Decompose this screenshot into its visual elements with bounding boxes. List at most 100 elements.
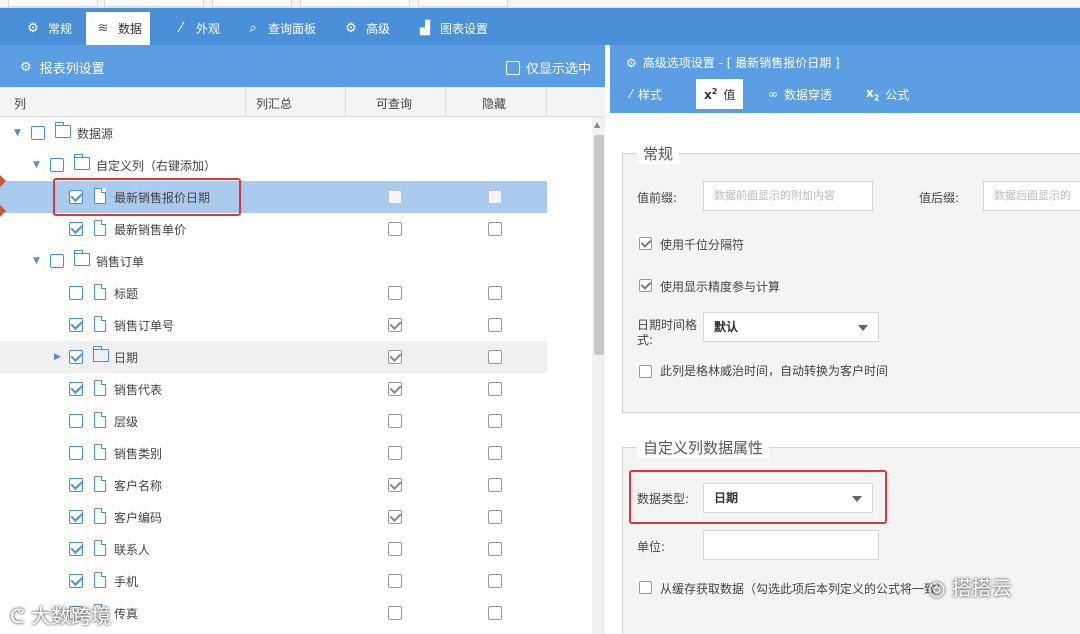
cache-data-option[interactable]: 从缓存获取数据（勾选此项后本列定义的公式将一致） <box>639 580 948 597</box>
tree-checkbox[interactable] <box>69 414 83 428</box>
hidden-checkbox[interactable] <box>488 542 502 556</box>
hidden-checkbox[interactable] <box>488 574 502 588</box>
hidden-checkbox[interactable] <box>488 222 502 236</box>
tree-checkbox[interactable] <box>69 510 83 524</box>
expand-arrow-icon[interactable]: ▼ <box>14 128 21 138</box>
only-selected-checkbox[interactable] <box>505 60 520 75</box>
tree-node-sales-category[interactable]: 销售类别 <box>0 437 547 469</box>
tree-checkbox[interactable] <box>69 382 83 396</box>
suffix-input[interactable]: 数据后面显示的 <box>983 181 1080 211</box>
queryable-checkbox[interactable] <box>388 574 402 588</box>
general-fieldset: 常规 值前缀: 数据前面显示的附加内容 值后缀: 数据后面显示的 使用千位分隔符… <box>622 143 1080 413</box>
tree-checkbox[interactable] <box>31 126 45 140</box>
folder-icon <box>93 346 109 362</box>
hidden-checkbox[interactable] <box>488 350 502 364</box>
tree-node-custom-columns[interactable]: ▼ 自定义列（右键添加） <box>0 149 547 181</box>
col-header-hidden[interactable]: 隐藏 <box>482 95 506 112</box>
queryable-checkbox[interactable] <box>388 318 402 332</box>
queryable-checkbox[interactable] <box>388 414 402 428</box>
selected-column-highlight <box>53 178 241 216</box>
tree-checkbox[interactable] <box>69 222 83 236</box>
tree-checkbox[interactable] <box>50 254 64 268</box>
tree-node-date[interactable]: ▶ 日期 <box>0 341 547 373</box>
tree-node-sales-rep[interactable]: 销售代表 <box>0 373 547 405</box>
use-precision-checkbox[interactable] <box>639 279 652 292</box>
tree-node-latest-unit-price[interactable]: 最新销售单价 <box>0 213 547 245</box>
queryable-checkbox[interactable] <box>388 478 402 492</box>
collapse-arrow-icon[interactable]: ▶ <box>54 352 61 362</box>
tree-label: 标题 <box>114 287 139 301</box>
tab-formula[interactable]: x2 公式 <box>858 79 917 109</box>
hidden-checkbox[interactable] <box>488 286 502 300</box>
tree-node-order-number[interactable]: 销售订单号 <box>0 309 547 341</box>
tree-node-customer-code[interactable]: 客户编码 <box>0 501 547 533</box>
document-icon <box>94 540 106 556</box>
only-selected-toggle[interactable]: 仅显示选中 <box>505 58 591 77</box>
hidden-checkbox[interactable] <box>488 510 502 524</box>
tree-checkbox[interactable] <box>69 542 83 556</box>
tree-label: 销售类别 <box>114 447 163 461</box>
queryable-checkbox[interactable] <box>388 542 402 556</box>
watermark-left: ᕦ 大数跨境 <box>10 604 111 628</box>
tree-node-title[interactable]: 标题 <box>0 277 547 309</box>
tree-label: 手机 <box>114 575 139 589</box>
prefix-input[interactable]: 数据前面显示的附加内容 <box>703 181 873 211</box>
tree-checkbox[interactable] <box>50 158 64 172</box>
queryable-checkbox[interactable] <box>388 222 402 236</box>
tree-checkbox[interactable] <box>69 478 83 492</box>
queryable-checkbox[interactable] <box>388 190 402 204</box>
tree-node-contact[interactable]: 联系人 <box>0 533 547 565</box>
tree-checkbox[interactable] <box>69 350 83 364</box>
tab-chart-settings[interactable]: ▟ 图表设置 <box>416 12 488 45</box>
tree-node-sales-order[interactable]: ▼ 销售订单 <box>0 245 547 277</box>
use-precision-option[interactable]: 使用显示精度参与计算 <box>639 278 780 295</box>
tab-appearance[interactable]: ⁄ 外观 <box>172 12 220 45</box>
hidden-checkbox[interactable] <box>488 190 502 204</box>
tab-value[interactable]: x2 值 <box>696 79 744 109</box>
queryable-checkbox[interactable] <box>388 286 402 300</box>
date-format-select[interactable]: 默认 <box>703 312 879 342</box>
gmt-convert-checkbox[interactable] <box>639 365 652 378</box>
hidden-checkbox[interactable] <box>488 382 502 396</box>
tree-node-mobile[interactable]: 手机 <box>0 565 547 597</box>
document-icon <box>94 508 106 524</box>
cache-data-checkbox[interactable] <box>639 581 652 594</box>
hidden-checkbox[interactable] <box>488 446 502 460</box>
tab-query-panel[interactable]: ⌕ 查询面板 <box>244 12 316 45</box>
hidden-checkbox[interactable] <box>488 414 502 428</box>
tree-checkbox[interactable] <box>69 446 83 460</box>
queryable-checkbox[interactable] <box>388 382 402 396</box>
thousand-separator-checkbox[interactable] <box>639 237 652 250</box>
tab-data[interactable]: ≋ 数据 <box>86 12 151 45</box>
tree-node-datasource[interactable]: ▼ 数据源 <box>0 117 547 149</box>
col-header-summary[interactable]: 列汇总 <box>256 95 292 112</box>
scroll-up-arrow-icon[interactable]: ▲ <box>594 120 600 129</box>
hidden-checkbox[interactable] <box>488 606 502 620</box>
gmt-convert-option[interactable]: 此列是格林威治时间，自动转换为客户时间 <box>639 364 889 379</box>
tree-checkbox[interactable] <box>69 574 83 588</box>
tab-style[interactable]: ⁄ 样式 <box>622 79 670 109</box>
expand-arrow-icon[interactable]: ▼ <box>33 256 40 266</box>
database-icon: ≋ <box>97 21 109 36</box>
expand-arrow-icon[interactable]: ▼ <box>33 160 40 170</box>
unit-input[interactable] <box>703 530 879 560</box>
tree-node-level[interactable]: 层级 <box>0 405 547 437</box>
thousand-separator-option[interactable]: 使用千位分隔符 <box>639 236 744 253</box>
data-type-highlight <box>629 470 887 524</box>
tree-scrollbar-thumb[interactable] <box>594 135 604 355</box>
tree-node-customer-name[interactable]: 客户名称 <box>0 469 547 501</box>
col-header-column[interactable]: 列 <box>14 95 26 112</box>
queryable-checkbox[interactable] <box>388 446 402 460</box>
tab-drill-through[interactable]: ∞ 数据穿透 <box>760 79 840 109</box>
tab-advanced[interactable]: ⚙ 高级 <box>342 12 390 45</box>
queryable-checkbox[interactable] <box>388 510 402 524</box>
hidden-checkbox[interactable] <box>488 478 502 492</box>
tree-label: 最新销售单价 <box>114 223 187 237</box>
col-header-queryable[interactable]: 可查询 <box>376 95 412 112</box>
tab-general[interactable]: ⚙ 常规 <box>24 12 72 45</box>
tree-checkbox[interactable] <box>69 286 83 300</box>
queryable-checkbox[interactable] <box>388 606 402 620</box>
tree-checkbox[interactable] <box>69 318 83 332</box>
queryable-checkbox[interactable] <box>388 350 402 364</box>
hidden-checkbox[interactable] <box>488 318 502 332</box>
